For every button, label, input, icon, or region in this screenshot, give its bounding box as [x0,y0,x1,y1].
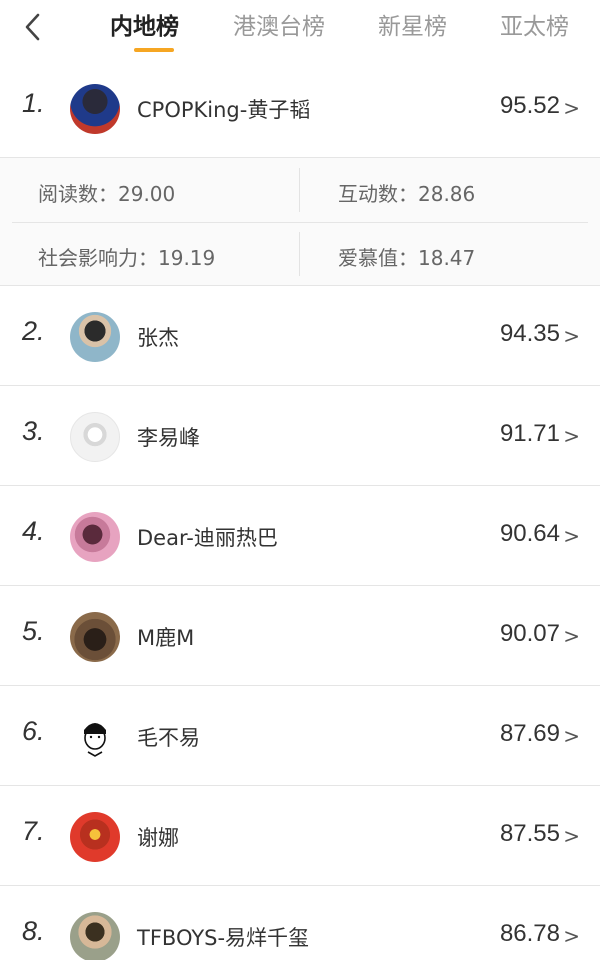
artist-name: 谢娜 [137,826,179,850]
artist-name: TFBOYS-易烊千玺 [137,926,310,950]
chevron-right-icon: > [563,424,580,448]
score-value: 94.35 [499,320,560,347]
cartoon-face-icon [84,723,106,757]
chevron-right-icon: > [563,924,580,948]
ranking-row[interactable]: 2. 张杰 94.35 > [0,286,600,386]
artist-name: 张杰 [137,326,179,350]
avatar[interactable] [70,312,120,362]
artist-name: Dear-迪丽热巴 [137,526,278,550]
rank-number: 1. [22,88,45,118]
chevron-right-icon: > [563,624,580,648]
top-nav: 内地榜 港澳台榜 新星榜 亚太榜 [0,0,600,60]
tab-label: 新星榜 [378,14,447,40]
social-influence: 社会影响力：19.19 [38,246,216,270]
artist-name: 毛不易 [137,726,200,750]
ranking-row[interactable]: 8. TFBOYS-易烊千玺 86.78 > [0,886,600,960]
artist-name: CPOPKing-黄子韬 [137,98,311,122]
artist-name: 李易峰 [137,426,200,450]
score-value: 91.71 [499,420,560,447]
artist-name: M鹿M [137,626,195,650]
avatar[interactable] [70,912,120,960]
chevron-right-icon: > [563,724,580,748]
score-breakdown: 阅读数：29.00 互动数：28.86 社会影响力：19.19 爱慕值：18.4… [0,158,600,286]
ranking-row[interactable]: 3. 李易峰 91.71 > [0,386,600,486]
avatar[interactable] [70,84,120,134]
chevron-right-icon: > [563,524,580,548]
chevron-right-icon: > [563,324,580,348]
avatar[interactable] [70,512,120,562]
score-value: 87.55 [499,820,560,847]
rank-number: 2. [22,316,45,346]
tab-new-stars[interactable]: 新星榜 [378,10,447,44]
interaction-count: 互动数：28.86 [338,182,476,206]
chevron-left-icon [25,13,40,41]
read-count: 阅读数：29.00 [38,182,176,206]
score-value: 90.64 [499,520,560,547]
active-tab-indicator [134,48,174,52]
avatar[interactable] [70,412,120,462]
divider [299,232,300,276]
score-value: 87.69 [499,720,560,747]
ranking-row[interactable]: 7. 谢娜 87.55 > [0,786,600,886]
ranking-row[interactable]: 5. M鹿M 90.07 > [0,586,600,686]
rank-number: 5. [22,616,45,646]
avatar[interactable] [70,712,120,762]
tab-bar: 内地榜 港澳台榜 新星榜 亚太榜 [90,0,600,60]
tab-asia-pacific[interactable]: 亚太榜 [500,10,569,44]
ranking-row[interactable]: 1. CPOPKing-黄子韬 95.52 > [0,58,600,158]
ranking-row[interactable]: 4. Dear-迪丽热巴 90.64 > [0,486,600,586]
rank-number: 8. [22,916,45,946]
score-value: 90.07 [499,620,560,647]
avatar[interactable] [70,812,120,862]
chevron-right-icon: > [563,824,580,848]
tab-label: 亚太榜 [500,14,569,40]
rank-number: 3. [22,416,45,446]
score-value: 86.78 [499,920,560,947]
score-value: 95.52 [499,92,560,119]
divider [12,222,588,223]
avatar[interactable] [70,612,120,662]
divider [299,168,300,212]
tab-label: 港澳台榜 [233,14,325,40]
love-value: 爱慕值：18.47 [338,246,476,270]
rank-number: 7. [22,816,45,846]
ranking-row[interactable]: 6. 毛不易 87.69 > [0,686,600,786]
back-button[interactable] [18,10,48,44]
tab-mainland[interactable]: 内地榜 [110,10,179,52]
rank-number: 4. [22,516,45,546]
tab-label: 内地榜 [110,14,179,40]
tab-hk-macau-taiwan[interactable]: 港澳台榜 [233,10,325,44]
rank-number: 6. [22,716,45,746]
chevron-right-icon: > [563,96,580,120]
